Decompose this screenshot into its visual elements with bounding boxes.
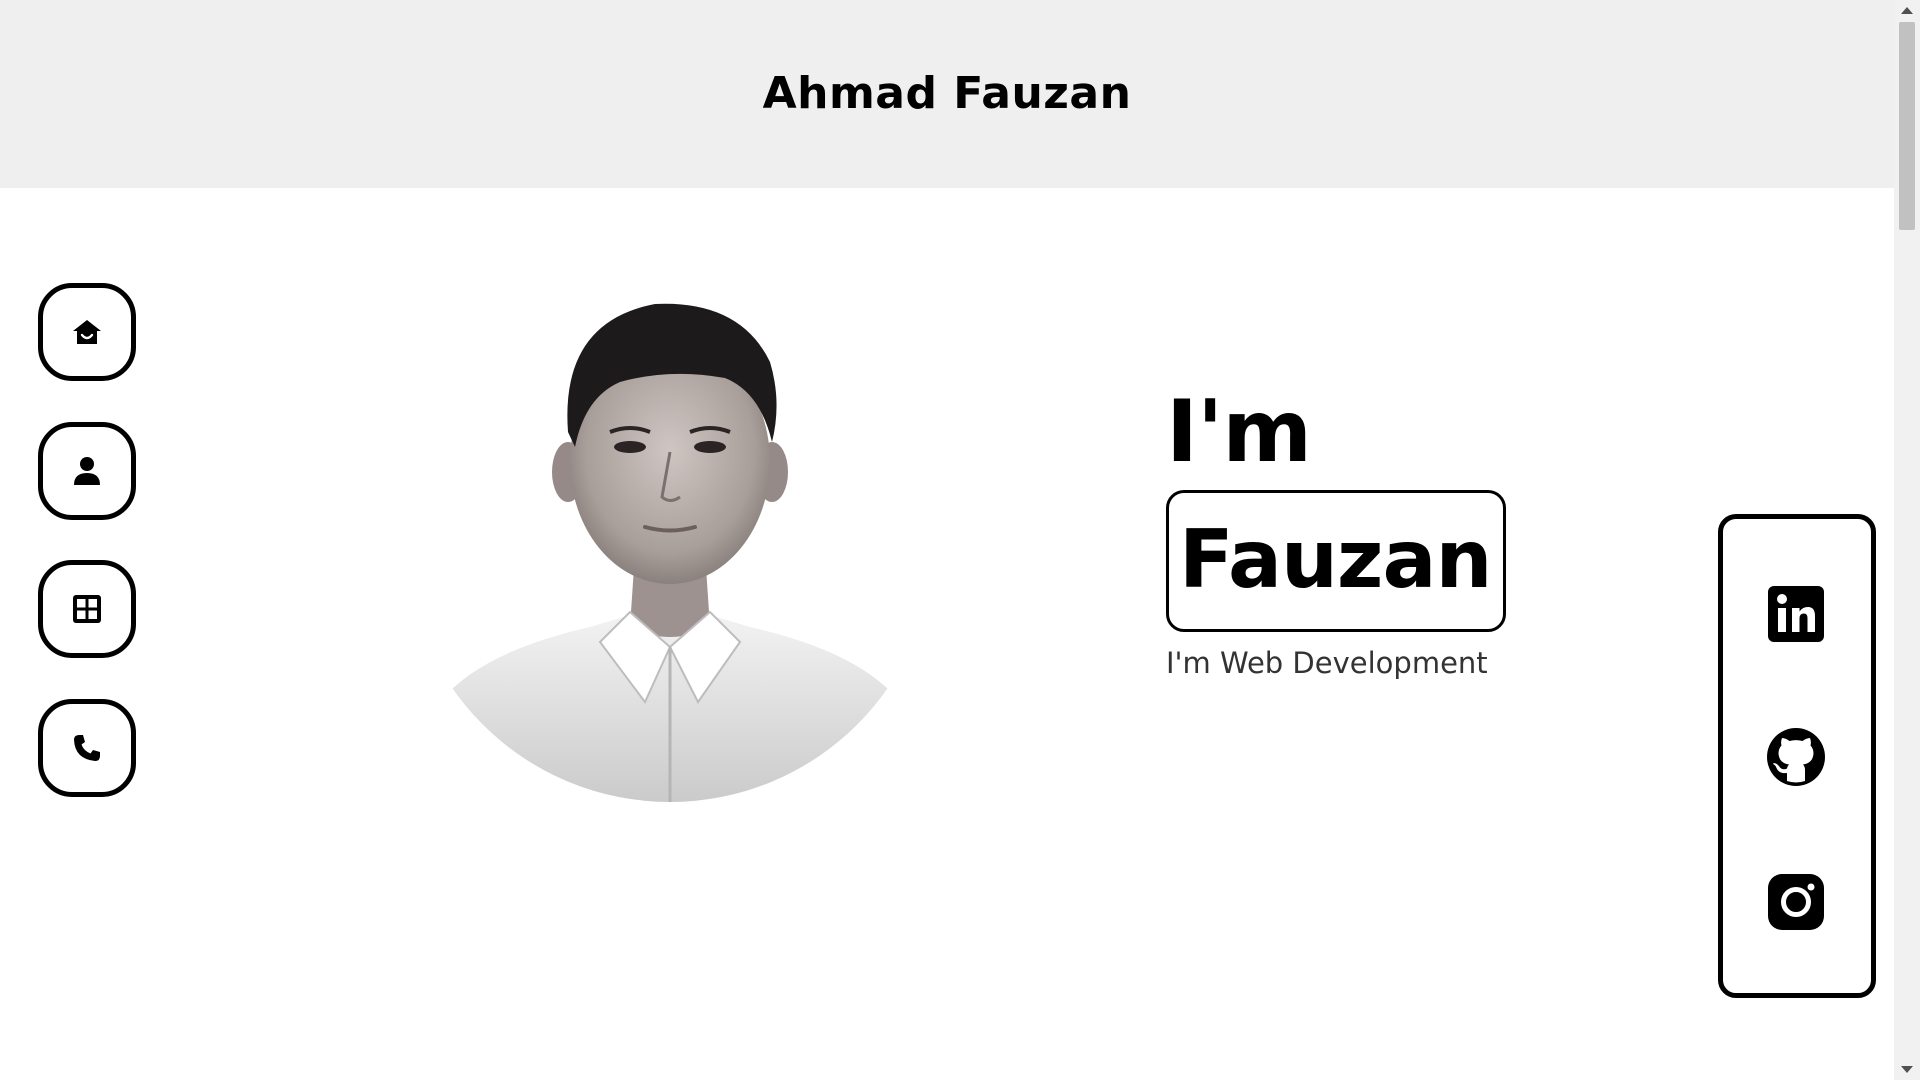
profile-photo bbox=[440, 282, 900, 810]
nav-home-button[interactable] bbox=[38, 283, 136, 381]
scroll-down-icon[interactable] bbox=[1901, 1066, 1913, 1073]
social-links-panel bbox=[1718, 514, 1876, 998]
scrollbar-thumb[interactable] bbox=[1899, 22, 1915, 230]
instagram-icon bbox=[1765, 871, 1827, 933]
instagram-link[interactable] bbox=[1763, 869, 1829, 935]
nav-about-button[interactable] bbox=[38, 422, 136, 520]
site-header: Ahmad Fauzan bbox=[0, 0, 1894, 188]
site-title: Ahmad Fauzan bbox=[762, 67, 1132, 119]
home-icon bbox=[70, 315, 104, 349]
grid-icon bbox=[70, 592, 104, 626]
hero-intro: I'm Fauzan I'm Web Development bbox=[1166, 384, 1506, 680]
hero-role: I'm Web Development bbox=[1166, 646, 1488, 680]
hero-name: Fauzan bbox=[1179, 513, 1492, 606]
github-icon bbox=[1765, 726, 1827, 788]
hero-greeting: I'm bbox=[1166, 382, 1312, 482]
phone-icon bbox=[70, 731, 104, 765]
hero-name-box: Fauzan bbox=[1166, 490, 1506, 632]
user-icon bbox=[70, 454, 104, 488]
linkedin-icon bbox=[1765, 583, 1827, 645]
github-link[interactable] bbox=[1763, 724, 1829, 790]
scroll-up-icon[interactable] bbox=[1901, 7, 1913, 14]
nav-portfolio-button[interactable] bbox=[38, 560, 136, 658]
nav-contact-button[interactable] bbox=[38, 699, 136, 797]
page-scrollbar[interactable] bbox=[1894, 0, 1920, 1080]
linkedin-link[interactable] bbox=[1763, 581, 1829, 647]
